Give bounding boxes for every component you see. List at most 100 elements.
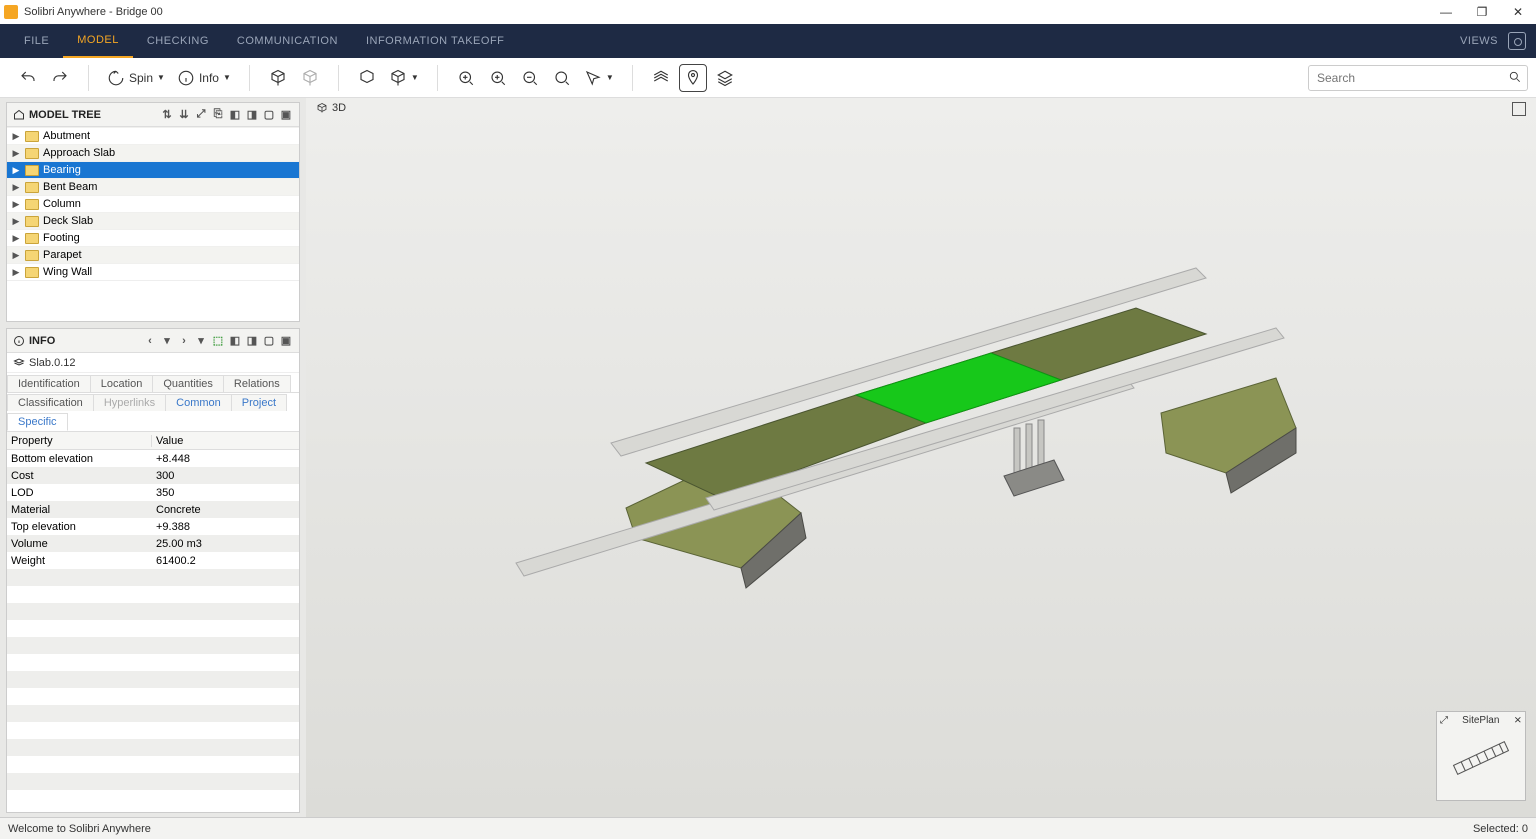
expand-arrow-icon[interactable]: ▶ (11, 216, 21, 227)
menu-communication[interactable]: COMMUNICATION (223, 24, 352, 58)
tree-item-footing[interactable]: ▶ Footing (7, 229, 299, 246)
tab-classification[interactable]: Classification (7, 394, 94, 411)
zoom-in-button[interactable] (484, 64, 512, 92)
info-dropdown[interactable]: Info ▼ (173, 64, 235, 92)
tab-common[interactable]: Common (165, 394, 232, 411)
bridge-model-render (506, 238, 1336, 638)
tree-tool-4[interactable]: ⎘ (211, 108, 225, 122)
prop-value: +8.448 (152, 453, 299, 465)
info-box1[interactable]: ◧ (228, 334, 242, 348)
tree-tool-2[interactable]: ⇊ (177, 108, 191, 122)
tree-tool-6[interactable]: ◨ (245, 108, 259, 122)
menu-checking[interactable]: CHECKING (133, 24, 223, 58)
info-dd2[interactable]: ▾ (194, 334, 208, 348)
siteplan-panel[interactable]: ⤢ SitePlan ⨯ (1436, 711, 1526, 801)
expand-arrow-icon[interactable]: ▶ (11, 165, 21, 176)
expand-arrow-icon[interactable]: ▶ (11, 250, 21, 261)
tab-identification[interactable]: Identification (7, 375, 91, 392)
tree-item-deck-slab[interactable]: ▶ Deck Slab (7, 212, 299, 229)
views-label[interactable]: VIEWS (1460, 35, 1498, 47)
viewport-3d[interactable]: 3D (306, 98, 1536, 817)
expand-arrow-icon[interactable]: ▶ (11, 148, 21, 159)
layers-tool[interactable] (711, 64, 739, 92)
tab-location[interactable]: Location (90, 375, 154, 392)
info-box2[interactable]: ◨ (245, 334, 259, 348)
close-button[interactable]: ✕ (1500, 0, 1536, 24)
tree-item-wing-wall[interactable]: ▶ Wing Wall (7, 263, 299, 280)
menu-information-takeoff[interactable]: INFORMATION TAKEOFF (352, 24, 518, 58)
maximize-button[interactable]: ❐ (1464, 0, 1500, 24)
prop-row-empty (7, 620, 299, 637)
viewport-label: 3D (316, 102, 346, 114)
menu-file[interactable]: FILE (10, 24, 63, 58)
prop-table: Bottom elevation+8.448Cost300LOD350Mater… (7, 450, 299, 812)
prop-row[interactable]: Top elevation+9.388 (7, 518, 299, 535)
siteplan-close-icon[interactable]: ⨯ (1514, 715, 1522, 726)
tree-tool-5[interactable]: ◧ (228, 108, 242, 122)
cube-tool-1[interactable] (264, 64, 292, 92)
window-controls: — ❐ ✕ (1428, 0, 1536, 24)
model-tree-header: MODEL TREE ⇅ ⇊ ⤢ ⎘ ◧ ◨ ▢ ▣ (7, 103, 299, 127)
focus-icon[interactable] (1508, 32, 1526, 50)
viewport-maximize-button[interactable] (1512, 102, 1526, 116)
tree-tool-8[interactable]: ▣ (279, 108, 293, 122)
prop-row[interactable]: Bottom elevation+8.448 (7, 450, 299, 467)
prop-row[interactable]: LOD350 (7, 484, 299, 501)
prop-row[interactable]: Cost300 (7, 467, 299, 484)
model-tree-title: MODEL TREE (29, 109, 101, 121)
tab-specific[interactable]: Specific (7, 413, 68, 431)
tree-item-approach-slab[interactable]: ▶ Approach Slab (7, 144, 299, 161)
map-pin-tool[interactable] (679, 64, 707, 92)
info-prev[interactable]: ‹ (143, 334, 157, 348)
prop-row[interactable]: MaterialConcrete (7, 501, 299, 518)
tree-item-bearing[interactable]: ▶ Bearing (7, 161, 299, 178)
info-box3[interactable]: ▢ (262, 334, 276, 348)
minimize-button[interactable]: — (1428, 0, 1464, 24)
folder-icon (25, 148, 39, 159)
expand-arrow-icon[interactable]: ▶ (11, 199, 21, 210)
info-icon (13, 335, 25, 347)
tree-tool-3[interactable]: ⤢ (194, 108, 208, 122)
tab-quantities[interactable]: Quantities (152, 375, 224, 392)
zoom-area-button[interactable] (548, 64, 576, 92)
prop-value: 350 (152, 487, 299, 499)
cube-outline-tool[interactable] (353, 64, 381, 92)
menu-model[interactable]: MODEL (63, 24, 133, 58)
tree-item-abutment[interactable]: ▶ Abutment (7, 127, 299, 144)
zoom-out-button[interactable] (516, 64, 544, 92)
info-next[interactable]: › (177, 334, 191, 348)
tab-hyperlinks[interactable]: Hyperlinks (93, 394, 166, 411)
expand-arrow-icon[interactable]: ▶ (11, 131, 21, 142)
tree-tool-1[interactable]: ⇅ (160, 108, 174, 122)
tree-item-column[interactable]: ▶ Column (7, 195, 299, 212)
tree-tool-7[interactable]: ▢ (262, 108, 276, 122)
search-input[interactable] (1308, 65, 1528, 91)
cube-tool-2[interactable] (296, 64, 324, 92)
prop-row[interactable]: Volume25.00 m3 (7, 535, 299, 552)
redo-button[interactable] (46, 64, 74, 92)
tree-item-bent-beam[interactable]: ▶ Bent Beam (7, 178, 299, 195)
cube-dropdown-tool[interactable]: ▼ (385, 64, 423, 92)
info-box4[interactable]: ▣ (279, 334, 293, 348)
tab-relations[interactable]: Relations (223, 375, 291, 392)
tree-item-parapet[interactable]: ▶ Parapet (7, 246, 299, 263)
tree-item-label: Column (43, 198, 81, 210)
expand-arrow-icon[interactable]: ▶ (11, 267, 21, 278)
info-dd1[interactable]: ▾ (160, 334, 174, 348)
tab-project[interactable]: Project (231, 394, 287, 411)
grid-tool[interactable] (647, 64, 675, 92)
info-link-icon[interactable]: ⬚ (211, 334, 225, 348)
expand-arrow-icon[interactable]: ▶ (11, 233, 21, 244)
folder-icon (25, 199, 39, 210)
expand-arrow-icon[interactable]: ▶ (11, 182, 21, 193)
prop-row-empty (7, 722, 299, 739)
zoom-fit-button[interactable] (452, 64, 480, 92)
cursor-dropdown[interactable]: ▼ (580, 64, 618, 92)
caret-down-icon: ▼ (157, 73, 165, 82)
siteplan-expand-icon[interactable]: ⤢ (1440, 715, 1448, 726)
tree-item-label: Bearing (43, 164, 81, 176)
undo-button[interactable] (14, 64, 42, 92)
prop-row[interactable]: Weight61400.2 (7, 552, 299, 569)
prop-name: LOD (7, 487, 152, 499)
spin-dropdown[interactable]: Spin ▼ (103, 64, 169, 92)
